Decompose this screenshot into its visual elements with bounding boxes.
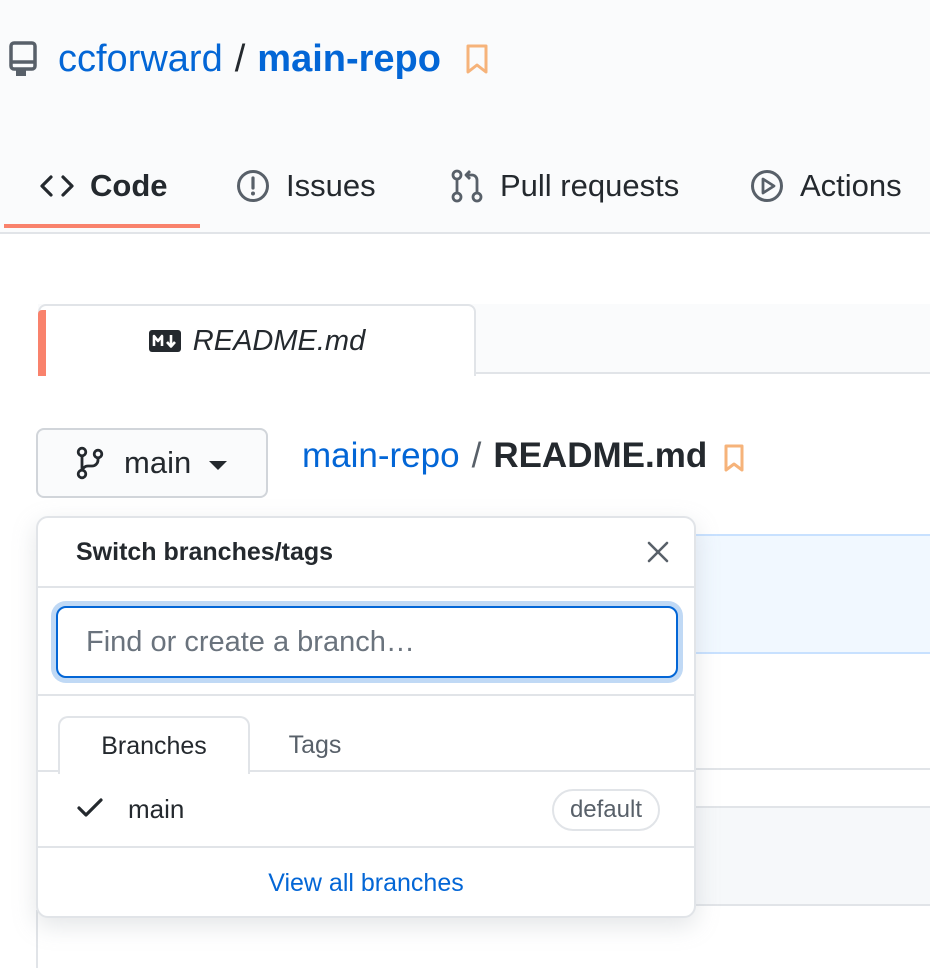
- bookmark-icon[interactable]: [723, 443, 745, 473]
- branch-select-button[interactable]: main: [36, 428, 268, 498]
- dropdown-filter: [38, 588, 694, 696]
- code-icon: [40, 174, 74, 198]
- commit-info-box: [690, 534, 930, 654]
- tab-code[interactable]: Code: [0, 144, 200, 228]
- branch-select-label: main: [124, 445, 192, 480]
- breadcrumb: main-repo / README.md: [302, 432, 745, 480]
- bookmark-icon[interactable]: [465, 43, 489, 75]
- breadcrumb-repo-link[interactable]: main-repo: [302, 436, 460, 476]
- repo-name-link[interactable]: main-repo: [257, 38, 441, 81]
- repo-icon: [8, 41, 38, 77]
- git-pull-request-icon: [450, 168, 484, 204]
- markdown-icon: [148, 330, 181, 352]
- tab-issues-label: Issues: [286, 168, 376, 203]
- dropdown-header: Switch branches/tags: [38, 518, 694, 588]
- divider: [690, 768, 930, 770]
- divider: [36, 910, 38, 968]
- branch-list-item[interactable]: main default: [38, 772, 694, 848]
- dropdown-title: Switch branches/tags: [76, 537, 334, 566]
- file-header-box: [690, 806, 930, 906]
- tab-tags[interactable]: Tags: [250, 716, 380, 774]
- play-icon: [750, 169, 784, 203]
- branch-name: main: [128, 793, 185, 824]
- git-branch-icon: [76, 446, 104, 480]
- branch-filter-input[interactable]: [56, 606, 678, 678]
- file-tab-label: README.md: [192, 324, 366, 357]
- file-tab-strip: README.md: [38, 304, 930, 376]
- branch-dropdown: Switch branches/tags Branches Tags main …: [36, 516, 696, 918]
- view-all-branches-link[interactable]: View all branches: [38, 848, 694, 916]
- tab-branches[interactable]: Branches: [58, 716, 250, 774]
- tab-actions-label: Actions: [800, 168, 902, 203]
- tab-pull-requests[interactable]: Pull requests: [450, 144, 722, 228]
- tab-code-label: Code: [90, 168, 168, 203]
- close-icon[interactable]: [644, 538, 672, 566]
- repo-nav-tabs: Code Issues Pull requests Actions: [0, 150, 930, 234]
- repo-owner-link[interactable]: ccforward: [58, 38, 223, 81]
- repo-header: ccforward / main-repo Code Issues Pull r…: [0, 0, 930, 234]
- tab-pull-requests-label: Pull requests: [500, 168, 680, 203]
- default-badge: default: [551, 789, 660, 831]
- repo-title: ccforward / main-repo: [8, 32, 489, 86]
- file-tab-readme[interactable]: README.md: [38, 304, 476, 376]
- check-icon: [76, 796, 104, 820]
- chevron-down-icon: [209, 460, 228, 470]
- repo-separator: /: [234, 37, 246, 80]
- issue-opened-icon: [236, 169, 270, 203]
- tab-actions[interactable]: Actions: [750, 144, 930, 228]
- tab-issues[interactable]: Issues: [236, 144, 416, 228]
- dropdown-tabs: Branches Tags: [38, 696, 694, 774]
- breadcrumb-separator: /: [471, 436, 482, 475]
- breadcrumb-file: README.md: [493, 436, 708, 475]
